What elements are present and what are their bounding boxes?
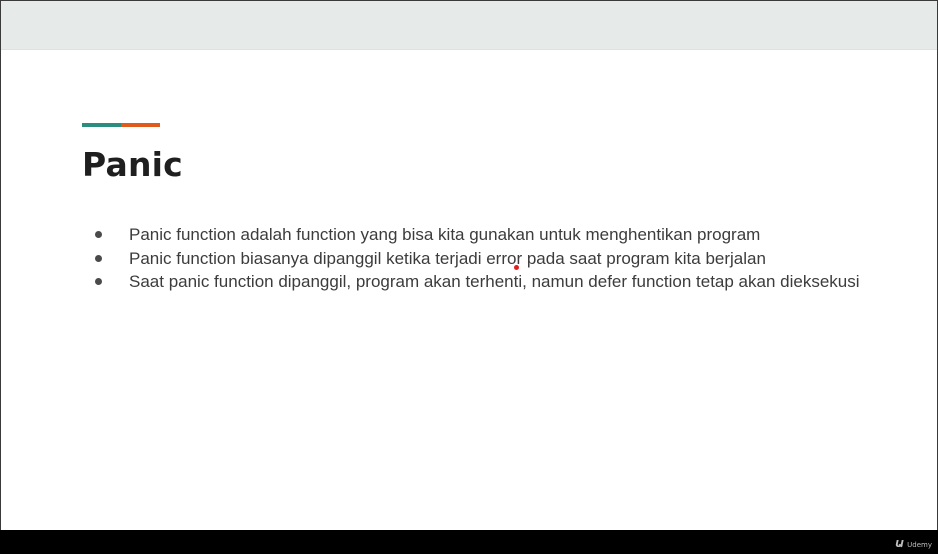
video-frame: Panic Panic function adalah function yan… (0, 0, 938, 554)
laser-pointer-cursor (514, 265, 519, 270)
bullet-list: Panic function adalah function yang bisa… (95, 223, 860, 294)
bullet-dot-icon (95, 231, 102, 238)
slide: Panic Panic function adalah function yan… (1, 50, 937, 531)
bullet-dot-icon (95, 254, 102, 262)
bullet-text: Panic function adalah function yang bisa… (129, 225, 761, 244)
bullet-item: Saat panic function dipanggil, program a… (95, 270, 860, 294)
bullet-dot-icon (95, 278, 102, 285)
accent-segment-orange (121, 123, 160, 127)
top-bar (1, 1, 937, 50)
bullet-text: Panic function biasanya dipanggil ketika… (129, 248, 766, 268)
title-accent-bar (82, 123, 160, 127)
slide-title: Panic (82, 145, 183, 184)
udemy-watermark: Ա Udemy (895, 539, 932, 550)
udemy-brand-name: Udemy (907, 540, 932, 549)
accent-segment-teal (82, 123, 121, 127)
video-bottom-bar: Ա Udemy (0, 530, 938, 554)
udemy-logo-icon: Ա (895, 539, 905, 550)
bullet-item: Panic function biasanya dipanggil ketika… (95, 247, 860, 271)
bullet-text: Saat panic function dipanggil, program a… (129, 272, 860, 291)
bullet-item: Panic function adalah function yang bisa… (95, 223, 860, 247)
